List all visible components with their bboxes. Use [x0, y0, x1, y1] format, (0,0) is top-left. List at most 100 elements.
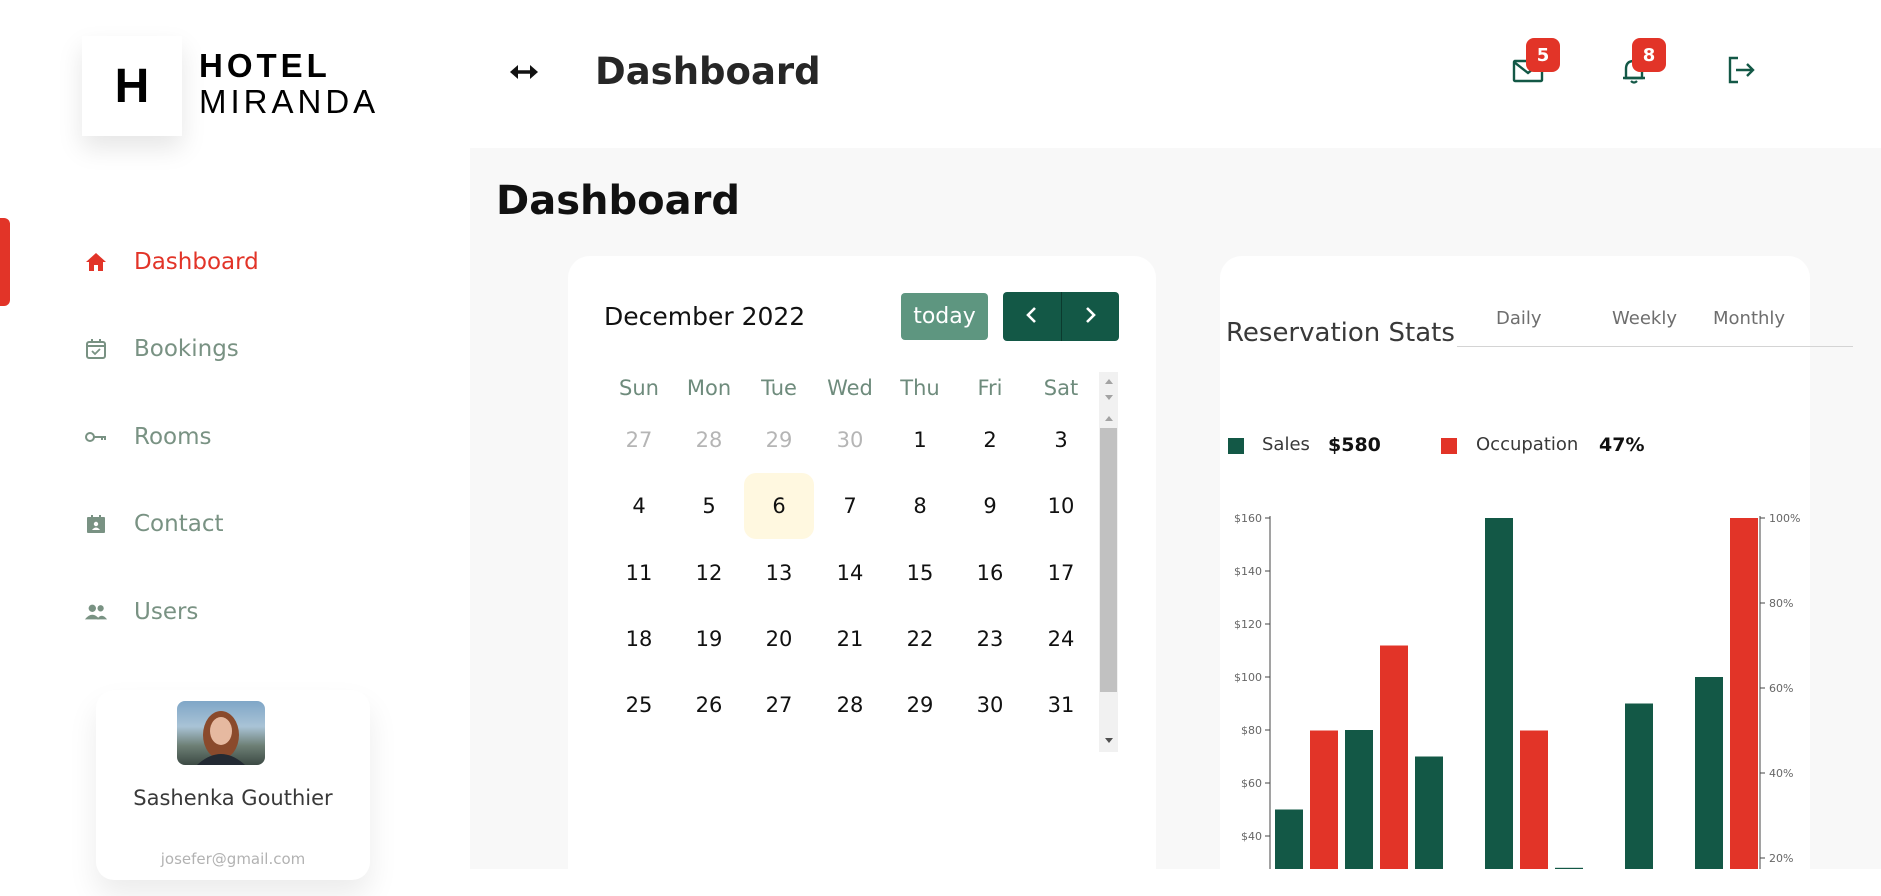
y-tick-label-left: $40: [1241, 830, 1262, 843]
tabs-underline: [1457, 346, 1853, 347]
reservation-bar-chart: $40 $60 $80 $100 $120 $140 $160 20% 40% 60% 80% 100…: [1234, 512, 1800, 869]
weekday-header: Sat: [1043, 376, 1079, 400]
tab-daily[interactable]: Daily: [1496, 308, 1542, 329]
calendar-day[interactable]: 14: [815, 540, 885, 606]
y-tick-label-right: 20%: [1769, 852, 1793, 865]
users-icon: [84, 600, 108, 624]
sidebar-item-rooms[interactable]: Rooms: [84, 417, 211, 457]
bar-sales: [1345, 730, 1373, 869]
calendar-day[interactable]: 20: [744, 606, 814, 672]
scroll-down-arrow[interactable]: [1103, 735, 1115, 745]
scroll-up-arrows[interactable]: [1103, 376, 1115, 406]
calendar-day[interactable]: 2: [955, 407, 1025, 473]
today-button[interactable]: today: [901, 293, 988, 340]
calendar-day[interactable]: 29: [885, 672, 955, 738]
calendar-day[interactable]: 8: [885, 473, 955, 539]
bar-sales: [1485, 518, 1513, 869]
calendar-nav: [1003, 292, 1119, 341]
calendar-day[interactable]: 11: [604, 540, 674, 606]
next-month-button[interactable]: [1060, 292, 1120, 341]
tab-monthly[interactable]: Monthly: [1713, 308, 1785, 329]
user-email: josefer@gmail.com: [160, 850, 306, 868]
calendar-day[interactable]: 3: [1026, 407, 1096, 473]
header-title: Dashboard: [595, 50, 821, 93]
active-nav-marker: [0, 218, 10, 306]
calendar-day[interactable]: 30: [815, 407, 885, 473]
calendar-day[interactable]: 12: [674, 540, 744, 606]
weekday-header: Tue: [761, 376, 797, 400]
y-tick-label-right: 80%: [1769, 597, 1793, 610]
sidebar-item-users[interactable]: Users: [84, 592, 198, 632]
sidebar-item-label: Contact: [134, 511, 224, 537]
contact-book-icon: [84, 512, 108, 536]
sidebar-item-bookings[interactable]: Bookings: [84, 329, 239, 369]
arrows-horizontal-icon[interactable]: [508, 58, 540, 86]
page-title: Dashboard: [496, 178, 740, 224]
calendar-day[interactable]: 5: [674, 473, 744, 539]
calendar-day[interactable]: 30: [955, 672, 1025, 738]
calendar-day[interactable]: 18: [604, 606, 674, 672]
y-tick-label-left: $120: [1234, 618, 1262, 631]
calendar-day[interactable]: 16: [955, 540, 1025, 606]
calendar-day[interactable]: 29: [744, 407, 814, 473]
calendar-day[interactable]: 24: [1026, 606, 1096, 672]
calendar-day[interactable]: 13: [744, 540, 814, 606]
y-tick-label-left: $80: [1241, 724, 1262, 737]
y-tick-label-left: $160: [1234, 512, 1262, 525]
user-name: Sashenka Gouthier: [133, 786, 333, 810]
tab-weekly[interactable]: Weekly: [1612, 308, 1677, 329]
calendar-day[interactable]: 25: [604, 672, 674, 738]
sidebar-item-label: Users: [134, 599, 199, 625]
calendar-day[interactable]: 27: [604, 407, 674, 473]
calendar-day[interactable]: 15: [885, 540, 955, 606]
calendar-day[interactable]: 27: [744, 672, 814, 738]
weekday-header: Fri: [977, 376, 1003, 400]
calendar-day[interactable]: 21: [815, 606, 885, 672]
y-tick-label-left: $140: [1234, 565, 1262, 578]
sidebar: H HOTEL MIRANDA Dashboard Bookings Rooms…: [0, 0, 470, 880]
calendar-check-icon: [84, 337, 108, 361]
bar-occupation: [1730, 518, 1758, 869]
legend-sales-label: Sales: [1262, 434, 1310, 455]
weekday-header: Mon: [686, 376, 732, 400]
bar-occupation: [1310, 730, 1338, 869]
sidebar-item-label: Rooms: [134, 424, 212, 450]
calendar-day[interactable]: 17: [1026, 540, 1096, 606]
sidebar-item-dashboard[interactable]: Dashboard: [84, 242, 259, 282]
prev-month-button[interactable]: [1003, 292, 1061, 341]
calendar-day[interactable]: 28: [815, 672, 885, 738]
legend-occupation-label: Occupation: [1476, 434, 1579, 455]
calendar-day[interactable]: 7: [815, 473, 885, 539]
weekday-header: Thu: [900, 376, 940, 400]
calendar-scroll-thumb[interactable]: [1100, 428, 1117, 692]
mail-badge: 5: [1526, 38, 1560, 72]
y-tick-label-right: 100%: [1769, 512, 1800, 525]
chevron-right-icon: [1081, 305, 1099, 329]
calendar-day[interactable]: 23: [955, 606, 1025, 672]
calendar-day[interactable]: 31: [1026, 672, 1096, 738]
calendar-day[interactable]: 19: [674, 606, 744, 672]
chevron-left-icon: [1023, 305, 1041, 329]
legend-sales-swatch: [1228, 438, 1244, 454]
calendar-day[interactable]: 4: [604, 473, 674, 539]
brand-name: HOTEL MIRANDA: [199, 48, 379, 120]
calendar-day[interactable]: 1: [885, 407, 955, 473]
y-tick-label-right: 60%: [1769, 682, 1793, 695]
calendar-day[interactable]: 28: [674, 407, 744, 473]
bar-sales: [1695, 677, 1723, 869]
scroll-up-arrow[interactable]: [1103, 413, 1115, 423]
sidebar-item-contact[interactable]: Contact: [84, 504, 223, 544]
avatar[interactable]: [177, 701, 265, 765]
calendar-day[interactable]: 26: [674, 672, 744, 738]
calendar-day[interactable]: 10: [1026, 473, 1096, 539]
bar-occupation: [1520, 730, 1548, 869]
calendar-day[interactable]: 9: [955, 473, 1025, 539]
calendar-day[interactable]: 22: [885, 606, 955, 672]
legend-sales-value: $580: [1328, 434, 1381, 456]
logout-icon[interactable]: [1725, 54, 1757, 86]
legend-occupation-swatch: [1441, 438, 1457, 454]
logo-letter: H: [114, 59, 150, 113]
calendar-day[interactable]: 6: [744, 473, 814, 539]
brand-line1: HOTEL: [199, 47, 331, 84]
stats-title: Reservation Stats: [1226, 318, 1455, 348]
